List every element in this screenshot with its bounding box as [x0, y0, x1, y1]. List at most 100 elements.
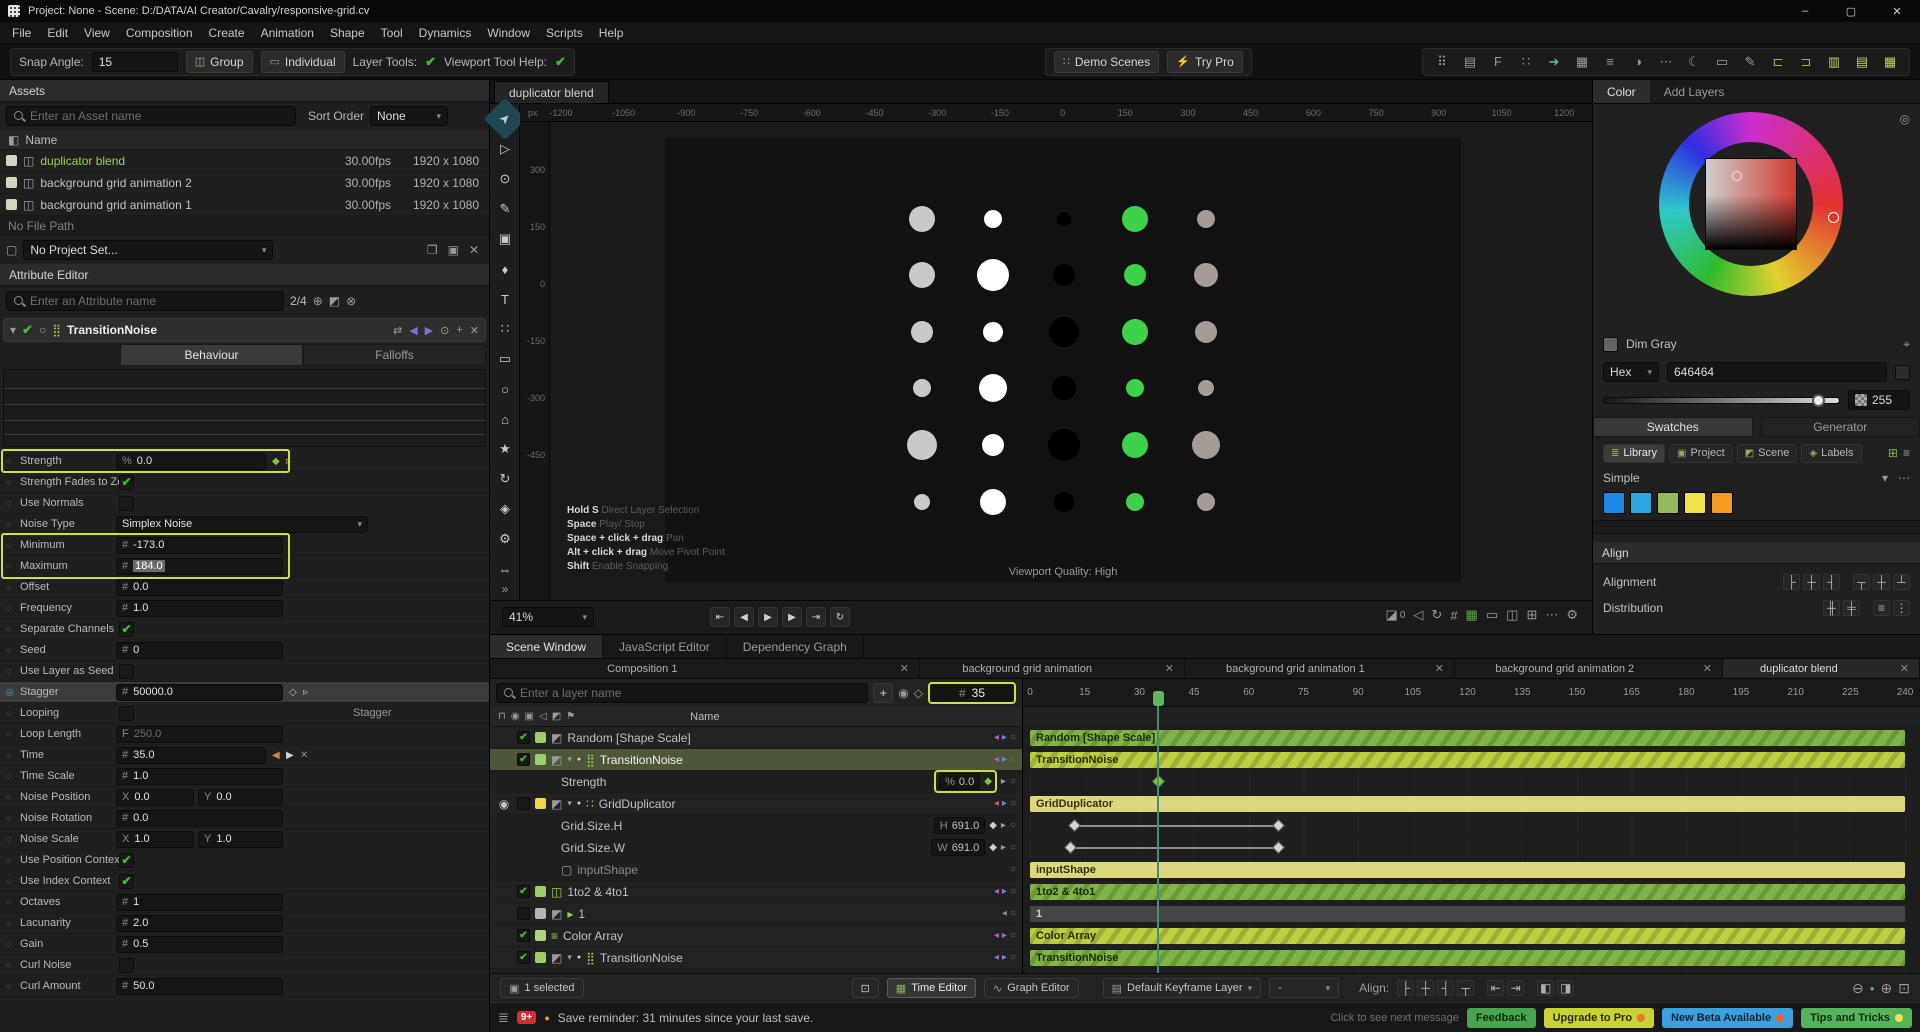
asset-row-duplicator-blend[interactable]: ◫ duplicator blend 30.00fps 1920 x 1080: [0, 150, 489, 172]
export-arrow-icon[interactable]: ➜: [1543, 52, 1565, 72]
distribute-h-icon[interactable]: ╫: [1823, 600, 1840, 616]
attr-row-use-position-context[interactable]: ○ Use Position Context ✔: [0, 850, 489, 871]
close-tab-icon[interactable]: ✕: [1165, 662, 1174, 675]
zoom-out-icon[interactable]: ⊖: [1852, 980, 1864, 997]
menu-scripts[interactable]: Scripts: [538, 26, 591, 40]
add-node-icon[interactable]: +: [456, 324, 462, 336]
list-view-icon[interactable]: ≡: [1903, 446, 1910, 460]
sort-order-dropdown[interactable]: None ▾: [370, 106, 449, 126]
attr-row-use-normals[interactable]: ○ Use Normals: [0, 493, 489, 514]
guides-icon[interactable]: #: [1450, 608, 1457, 623]
timeline-area[interactable]: 0 15 30 45 60 75 90 105 120 135 150 165 180 195 210 225…: [1024, 679, 1920, 973]
auto-keyframe-icon[interactable]: ◉: [898, 686, 908, 700]
solo-icon[interactable]: ▣: [525, 711, 534, 722]
layer-row-grid-size-h[interactable]: Grid.Size.H H 691.0 ◆ ▸ ○: [490, 815, 1022, 837]
keyframe-control-icon[interactable]: ▶: [286, 750, 294, 761]
color-swatch-3[interactable]: [1684, 492, 1706, 514]
track-bar-color-array[interactable]: Color Array: [1030, 928, 1905, 944]
color-picker-icon[interactable]: ◎: [1900, 112, 1910, 126]
key-mirror-icon[interactable]: ◧: [1537, 980, 1555, 996]
attr-row-noise-position[interactable]: ○ Noise Position X 0.0 Y 0.0: [0, 787, 489, 808]
field-noise-position-y[interactable]: Y 0.0: [198, 788, 283, 806]
add-clip-icon[interactable]: ◩: [329, 294, 340, 308]
tab-add-layers[interactable]: Add Layers: [1650, 80, 1739, 103]
color-mode-dropdown[interactable]: Hex ▾: [1603, 362, 1659, 382]
attr-row-curl-noise[interactable]: ○ Curl Noise: [0, 955, 489, 976]
lock-icon[interactable]: ⊓: [498, 711, 506, 722]
keyframe-indicator-icon[interactable]: ○: [6, 960, 20, 970]
zoom-in-icon[interactable]: ⊕: [1881, 980, 1893, 997]
notebook-icon[interactable]: ▤: [1459, 52, 1481, 72]
contrast-icon[interactable]: ◑: [1627, 52, 1649, 72]
status-button-feedback[interactable]: Feedback: [1466, 1007, 1536, 1028]
output-connection-icon[interactable]: ▸: [1002, 930, 1007, 941]
text-tool[interactable]: T: [490, 284, 520, 314]
next-key-icon[interactable]: ▸: [1001, 842, 1006, 853]
attribute-search-input[interactable]: Enter an Attribute name: [6, 291, 284, 311]
frame-badge-icon[interactable]: F: [1487, 52, 1509, 72]
audio-icon[interactable]: ◁: [1413, 607, 1423, 623]
keyframe-indicator-icon[interactable]: ○: [6, 750, 20, 760]
overlay-icon[interactable]: ⋯: [1545, 607, 1558, 623]
connection-circle-icon[interactable]: ○: [1010, 886, 1016, 897]
next-key-icon[interactable]: ▸: [1001, 776, 1006, 787]
keyframe-control-icon[interactable]: ✕: [300, 750, 308, 761]
layer-row-strength[interactable]: Strength% 0.0 ◆ ▸ ○: [490, 770, 1022, 793]
alpha-slider[interactable]: [1603, 393, 1840, 407]
track-bar-transitionnoise[interactable]: TransitionNoise: [1030, 752, 1905, 768]
tab-behaviour[interactable]: Behaviour: [120, 344, 303, 366]
comp-tab-background-grid-animation-1[interactable]: background grid animation 1 ✕: [1185, 659, 1455, 678]
attr-row-offset[interactable]: ○ Offset #0.0: [0, 577, 489, 598]
align-left-icon[interactable]: ├: [1783, 574, 1800, 590]
tab-color[interactable]: Color: [1593, 80, 1650, 103]
keyframe-diamond-icon[interactable]: ◆: [989, 842, 997, 853]
keyframe-indicator-icon[interactable]: ○: [6, 498, 20, 508]
viewport-tab-duplicator-blend[interactable]: duplicator blend: [494, 81, 609, 103]
clear-search-icon[interactable]: ⊗: [346, 294, 356, 308]
individual-mode-button[interactable]: ▭ Individual: [260, 50, 345, 73]
layer-row-random-shape-scale[interactable]: ✔ ◩ Random [Shape Scale] ◂ ▸ ○: [490, 727, 1022, 749]
display-icon[interactable]: ▭: [1486, 607, 1498, 623]
alpha-value-field[interactable]: 255: [1848, 390, 1910, 410]
checkbox-use-normals[interactable]: [119, 495, 134, 511]
keyframe-diamond[interactable]: [1272, 819, 1285, 832]
keyframe-diamond-icon[interactable]: ◆: [989, 820, 997, 831]
output-connection-icon[interactable]: ▸: [1002, 886, 1007, 897]
chevron-down-icon[interactable]: ▾: [1882, 471, 1888, 485]
pin-icon[interactable]: ⊙: [440, 324, 449, 337]
attr-row-strength[interactable]: ○ Strength% 0.0 ◆ ▹: [0, 451, 489, 472]
enabled-check-icon[interactable]: ✔: [22, 322, 33, 338]
attr-row-strength-fades-to-zero[interactable]: ○ Strength Fades to Zero ✔: [0, 472, 489, 493]
track-bar-inputshape[interactable]: inputShape: [1030, 862, 1905, 878]
keyframe-indicator-icon[interactable]: ○: [6, 477, 20, 487]
tool-settings[interactable]: ⚙: [490, 524, 520, 554]
previous-node-icon[interactable]: ◀: [409, 324, 417, 337]
attr-row-frequency[interactable]: ○ Frequency #1.0: [0, 598, 489, 619]
keyframe-indicator-icon[interactable]: ○: [6, 666, 20, 676]
scatter-icon[interactable]: ∷: [1515, 52, 1537, 72]
field-seed[interactable]: #0: [116, 641, 283, 659]
source-scene[interactable]: ◩ Scene: [1736, 443, 1798, 463]
source-project[interactable]: ▣ Project: [1669, 443, 1733, 463]
input-connection-icon[interactable]: ◂: [994, 886, 999, 897]
retime-dropdown[interactable]: - ▾: [1269, 978, 1340, 998]
tab-dependency-graph[interactable]: Dependency Graph: [727, 635, 864, 658]
field-octaves[interactable]: #1: [116, 893, 283, 911]
track-bar-gridduplicator[interactable]: GridDuplicator: [1030, 796, 1905, 812]
list-icon[interactable]: ≡: [1599, 52, 1621, 72]
field-time[interactable]: #35.0: [116, 746, 266, 764]
output-connection-icon[interactable]: ▸: [1002, 732, 1007, 743]
tab-javascript-editor[interactable]: JavaScript Editor: [603, 635, 727, 658]
close-node-icon[interactable]: ✕: [470, 324, 479, 337]
field-maximum[interactable]: #184.0: [116, 557, 283, 575]
field-noise-rotation[interactable]: #0.0: [116, 809, 283, 827]
playhead-marker[interactable]: [1152, 691, 1164, 706]
menu-edit[interactable]: Edit: [39, 26, 76, 40]
keyframe-indicator-icon[interactable]: ○: [6, 918, 20, 928]
safe-frame-icon[interactable]: ◫: [1506, 607, 1518, 623]
status-button-upgrade-to-pro[interactable]: Upgrade to Pro: [1543, 1007, 1655, 1028]
snapshot-icon[interactable]: ⊞: [1526, 607, 1537, 623]
layer-checkbox[interactable]: ✔: [517, 885, 530, 898]
layer-search-input[interactable]: Enter a layer name: [496, 683, 869, 703]
dock-button[interactable]: ⊡: [851, 978, 879, 998]
